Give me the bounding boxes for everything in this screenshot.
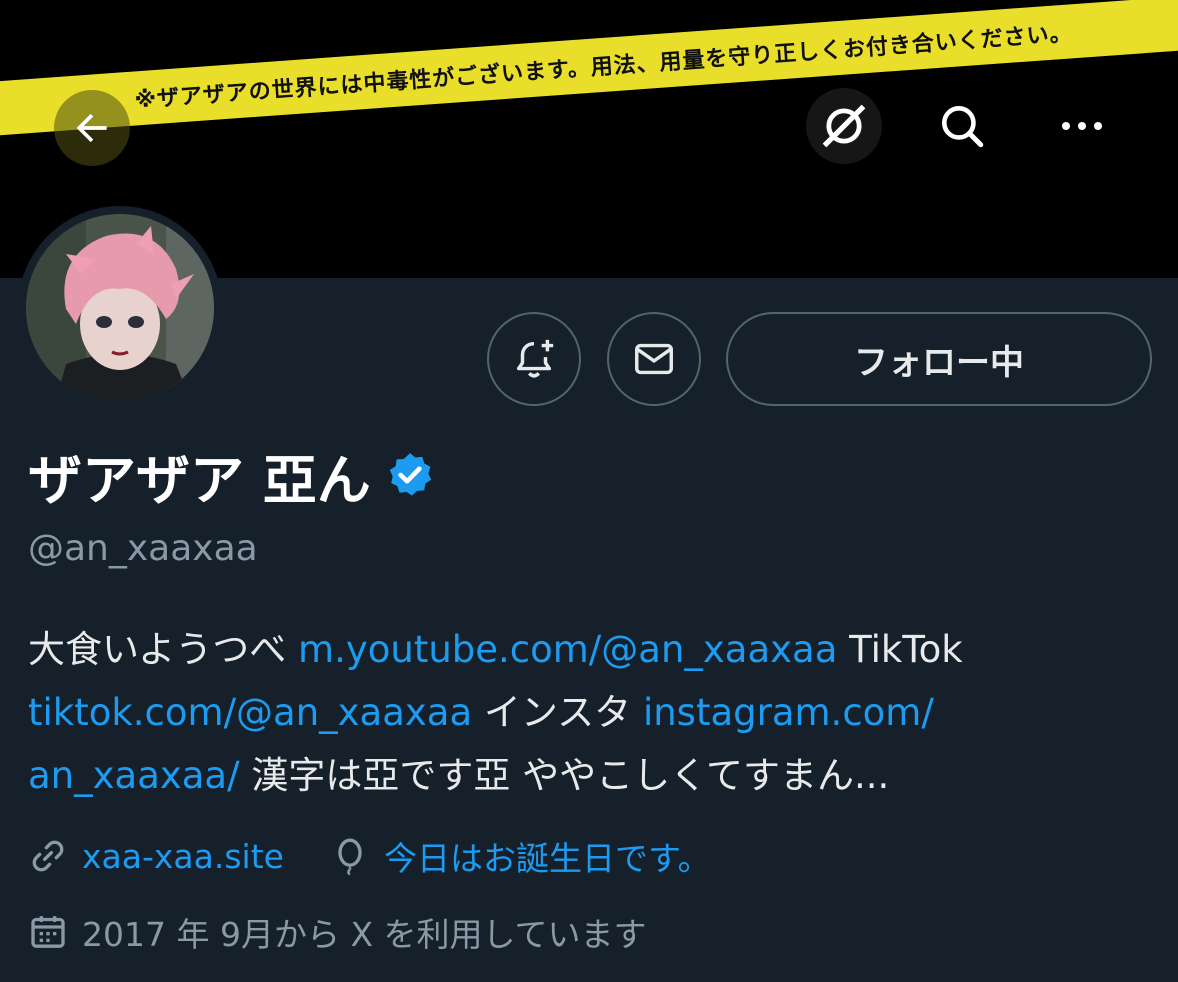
name-row: ザアザア 亞ん <box>28 440 435 512</box>
bio-text: 大食いようつべ <box>28 628 299 671</box>
back-button[interactable] <box>54 90 130 166</box>
mail-icon <box>635 343 673 375</box>
grok-icon <box>822 104 866 148</box>
banner-tape-text: ※ザアザアの世界には中毒性がございます。用法、用量を守り正しくお付き合いください… <box>133 21 1074 114</box>
username-handle: @an_xaaxaa <box>28 528 258 569</box>
avatar-image <box>26 214 214 402</box>
grok-button[interactable] <box>806 88 882 164</box>
bio-text: 漢字は亞です亞 ややこしくてすまん... <box>239 754 890 797</box>
instagram-link-cont[interactable]: an_xaaxaa/ <box>28 754 240 797</box>
verified-badge-icon[interactable] <box>385 450 435 500</box>
calendar-icon <box>28 912 68 952</box>
avatar[interactable] <box>18 206 222 410</box>
balloon-icon <box>330 836 370 876</box>
instagram-link[interactable]: instagram.com/ <box>643 691 934 734</box>
search-icon <box>942 106 984 148</box>
profile-bio: 大食いようつべ m.youtube.com/@an_xaaxaa TikTok … <box>28 618 1148 807</box>
more-dots-icon <box>1062 122 1102 130</box>
following-button[interactable]: フォロー中 <box>726 312 1152 406</box>
bio-text: インスタ <box>472 691 643 734</box>
profile-meta-row: xaa-xaa.site 今日はお誕生日です。 <box>28 830 711 882</box>
arrow-left-icon <box>76 113 107 143</box>
birthday-text[interactable]: 今日はお誕生日です。 <box>384 832 711 880</box>
notify-button[interactable] <box>487 312 581 406</box>
bell-plus-icon <box>516 339 554 378</box>
display-name: ザアザア 亞ん <box>28 448 371 512</box>
tiktok-link[interactable]: tiktok.com/@an_xaaxaa <box>28 691 472 734</box>
joined-date: 2017 年 9月から X を利用しています <box>82 915 647 954</box>
banner-tape: ※ザアザアの世界には中毒性がございます。用法、用量を守り正しくお付き合いください… <box>0 0 1178 138</box>
youtube-link[interactable]: m.youtube.com/@an_xaaxaa <box>298 628 837 671</box>
link-icon <box>28 836 68 876</box>
bio-text: TikTok <box>837 628 963 671</box>
message-button[interactable] <box>607 312 701 406</box>
website-link[interactable]: xaa-xaa.site <box>82 837 284 876</box>
more-button[interactable] <box>1044 88 1120 164</box>
joined-row: 2017 年 9月から X を利用しています <box>28 906 647 958</box>
search-button[interactable] <box>924 88 1000 164</box>
